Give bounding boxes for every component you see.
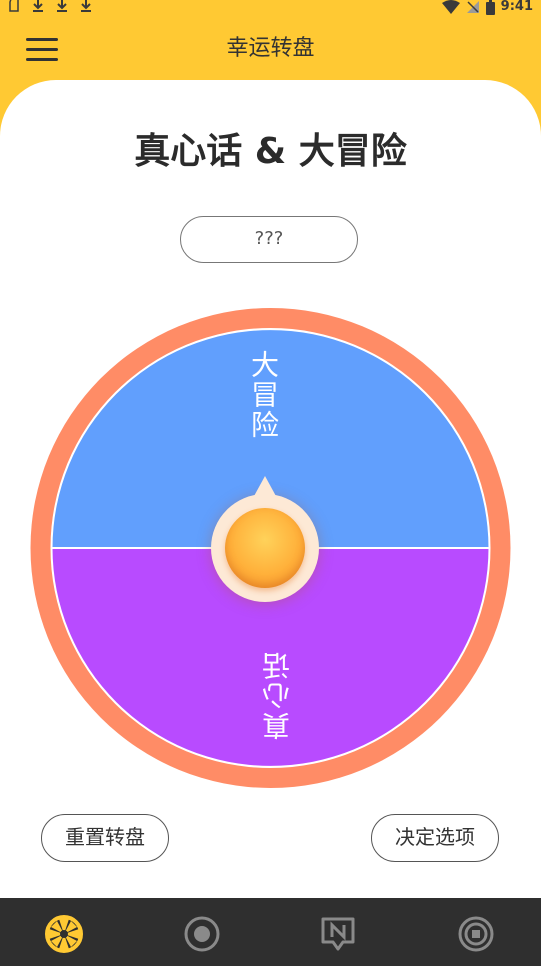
result-display: ??? bbox=[180, 216, 358, 263]
bottom-nav bbox=[0, 898, 541, 966]
spin-button[interactable] bbox=[211, 476, 319, 602]
segment-label-truth: 真心话 bbox=[261, 650, 294, 740]
wheel-pointer bbox=[253, 476, 277, 498]
record-icon bbox=[184, 916, 220, 952]
nav-wheel[interactable] bbox=[44, 914, 84, 954]
nav-notes[interactable] bbox=[318, 914, 358, 954]
segment-label-dare: 大冒险 bbox=[247, 350, 280, 440]
spin-button-core bbox=[225, 508, 305, 588]
spin-wheel[interactable]: 大冒险 真心话 bbox=[30, 306, 511, 790]
status-time: 9:41 bbox=[500, 0, 533, 14]
wifi-icon bbox=[441, 0, 460, 14]
status-right-icons: 9:41 bbox=[441, 0, 533, 16]
battery-icon bbox=[485, 0, 495, 15]
download-icon bbox=[80, 0, 92, 18]
wheel-icon bbox=[45, 915, 83, 953]
stop-icon bbox=[458, 916, 494, 952]
download-icon bbox=[32, 0, 44, 18]
nav-record[interactable] bbox=[182, 914, 222, 954]
status-left-icons bbox=[8, 0, 92, 18]
no-signal-icon bbox=[466, 0, 480, 14]
download-icon bbox=[56, 0, 68, 18]
app-title: 幸运转盘 bbox=[226, 36, 315, 61]
notes-icon bbox=[321, 917, 355, 951]
status-bar: 9:41 bbox=[0, 0, 541, 18]
nav-stop[interactable] bbox=[456, 914, 496, 954]
sd-card-icon bbox=[8, 0, 20, 18]
decide-options-button[interactable]: 决定选项 bbox=[371, 814, 499, 862]
reset-wheel-button[interactable]: 重置转盘 bbox=[41, 814, 169, 862]
page-title: 真心话 & 大冒险 bbox=[134, 131, 407, 172]
